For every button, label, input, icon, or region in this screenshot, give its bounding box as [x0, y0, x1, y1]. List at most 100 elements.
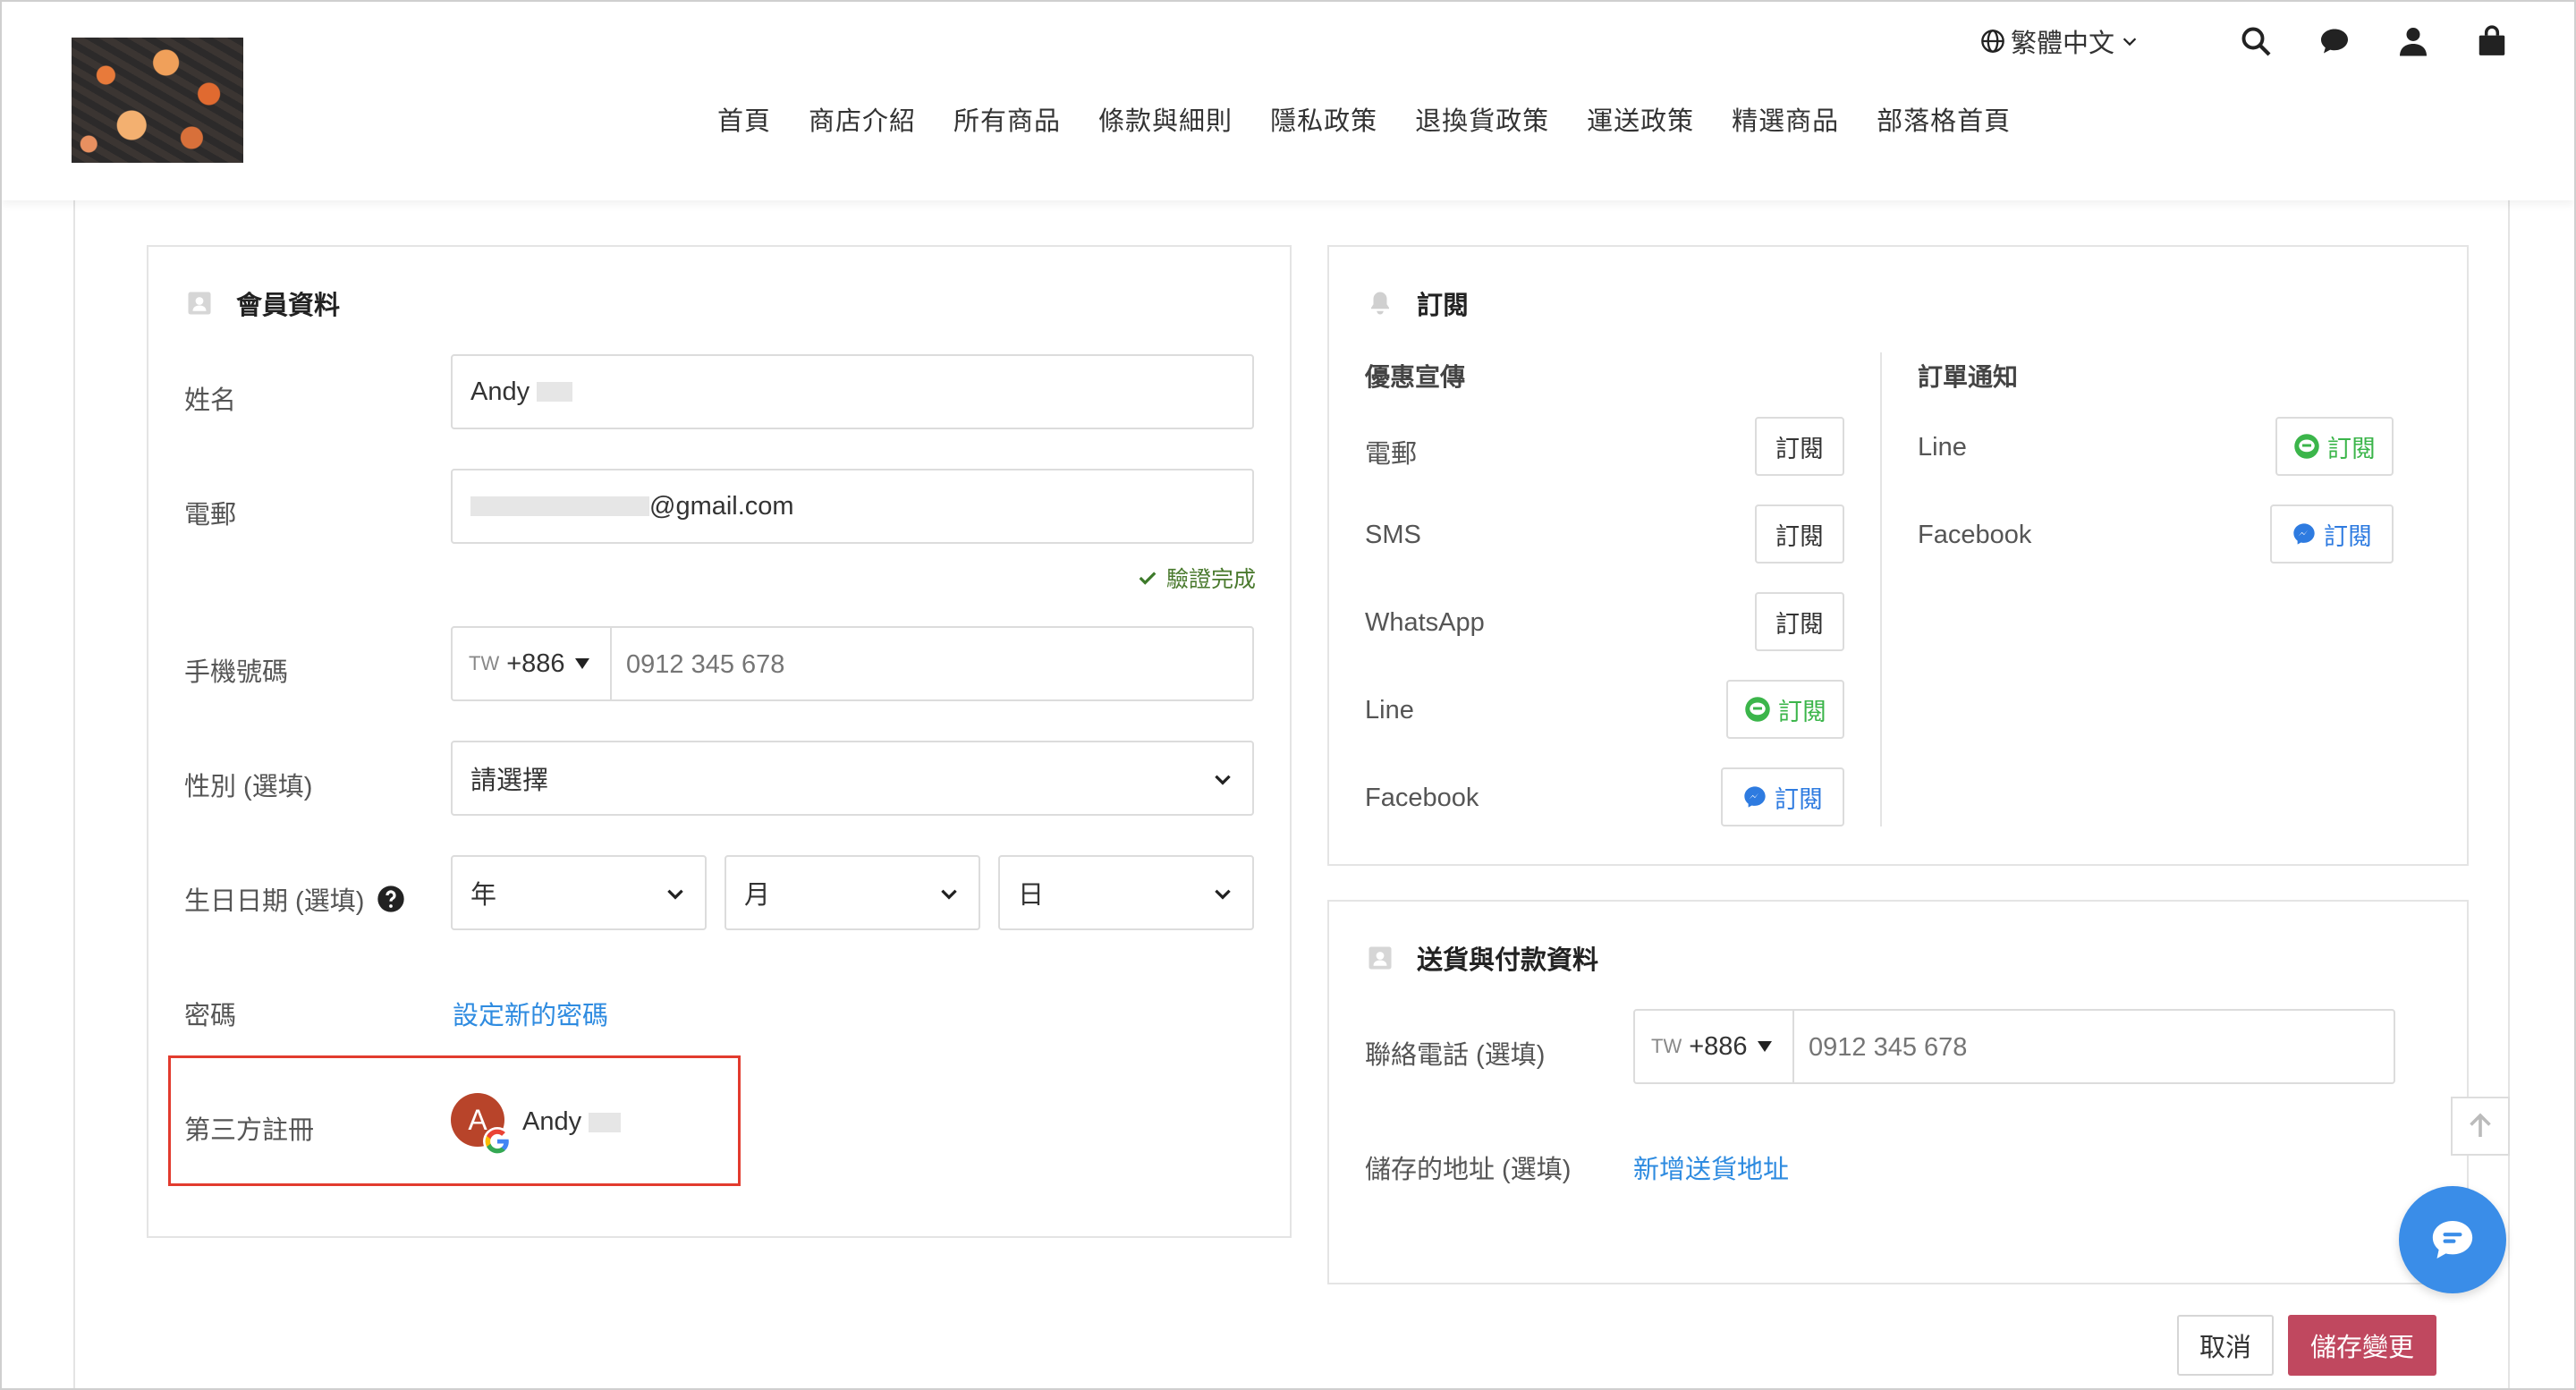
subscribe-whatsapp-button[interactable]: 訂閱 [1755, 592, 1844, 651]
store-logo[interactable] [72, 38, 243, 163]
order-line-button[interactable]: 訂閱 [2275, 417, 2394, 476]
contact-card-icon [1367, 945, 1394, 971]
search-icon[interactable] [2238, 23, 2274, 59]
header-actions: 繁體中文 [1980, 18, 2510, 64]
third-party-label: 第三方註冊 [184, 1116, 315, 1145]
save-changes-button[interactable]: 儲存變更 [2288, 1315, 2436, 1376]
arrow-up-icon [2470, 1113, 2491, 1137]
order-channel-facebook: Facebook [1918, 521, 2032, 549]
email-domain: @gmail.com [649, 491, 794, 521]
chat-fab-button[interactable] [2399, 1186, 2506, 1293]
messenger-icon [2293, 523, 2315, 545]
country-code-select[interactable]: TW +886 [453, 628, 612, 699]
order-channel-line: Line [1918, 433, 1967, 462]
nav-item-returns[interactable]: 退換貨政策 [1415, 100, 1549, 138]
subscribe-sms-button[interactable]: 訂閱 [1755, 504, 1844, 564]
promo-channel-sms: SMS [1365, 521, 1421, 549]
gender-value: 請選擇 [470, 767, 549, 795]
member-info-title: 會員資料 [186, 284, 340, 322]
birthday-label-text: 生日日期 (選填) [184, 887, 365, 916]
language-label: 繁體中文 [2010, 30, 2114, 58]
password-label: 密碼 [184, 1002, 237, 1030]
gender-select[interactable]: 請選擇 [451, 741, 1254, 816]
chevron-down-icon [941, 889, 957, 900]
cancel-button[interactable]: 取消 [2177, 1315, 2274, 1376]
order-line-label: 訂閱 [2327, 435, 2376, 462]
subscribe-line-label: 訂閱 [1778, 698, 1826, 725]
birthday-label: 生日日期 (選填) [184, 880, 405, 918]
globe-icon [1981, 30, 2004, 53]
chat-icon [2432, 1221, 2473, 1259]
subscribe-facebook-label: 訂閱 [1775, 785, 1823, 813]
language-selector[interactable]: 繁體中文 [1980, 22, 2145, 60]
messenger-icon [1744, 786, 1766, 808]
birthday-day-select[interactable]: 日 [998, 855, 1254, 930]
third-party-account: Andy [522, 1107, 622, 1137]
country-code-select[interactable]: TW +886 [1635, 1011, 1794, 1082]
gender-label: 性別 (選填) [184, 773, 313, 801]
set-password-link[interactable]: 設定新的密碼 [453, 995, 608, 1032]
user-icon[interactable] [2395, 23, 2431, 59]
promo-channel-facebook: Facebook [1365, 784, 1479, 812]
google-icon [483, 1127, 512, 1156]
caret-down-icon [1757, 1041, 1772, 1052]
birthday-year-select[interactable]: 年 [451, 855, 707, 930]
nav-item-all-products[interactable]: 所有商品 [953, 100, 1061, 138]
nav-item-blog[interactable]: 部落格首頁 [1877, 100, 2011, 138]
column-divider [1880, 352, 1882, 826]
chevron-down-icon [1215, 775, 1231, 785]
order-facebook-label: 訂閱 [2324, 522, 2372, 550]
birthday-month-select[interactable]: 月 [724, 855, 980, 930]
subscribe-email-button[interactable]: 訂閱 [1755, 417, 1844, 476]
subscribe-line-button[interactable]: 訂閱 [1726, 680, 1844, 739]
chevron-down-icon [667, 889, 683, 900]
subscription-title-text: 訂閱 [1417, 292, 1470, 320]
name-value: Andy [470, 377, 530, 406]
redacted-email-user [470, 496, 649, 516]
subscribe-facebook-button[interactable]: 訂閱 [1721, 767, 1844, 826]
country-code: +886 [1689, 1031, 1748, 1061]
nav-item-terms[interactable]: 條款與細則 [1098, 100, 1233, 138]
order-facebook-button[interactable]: 訂閱 [2270, 504, 2394, 564]
caret-down-icon [574, 658, 589, 669]
nav-item-about[interactable]: 商店介紹 [809, 100, 916, 138]
nav-item-privacy[interactable]: 隱私政策 [1270, 100, 1377, 138]
mobile-number-input[interactable] [624, 628, 1245, 701]
chevron-down-icon [2123, 38, 2137, 47]
contact-card-icon [186, 290, 213, 317]
shopping-bag-icon[interactable] [2474, 23, 2510, 59]
chat-bubble-icon[interactable] [2317, 23, 2352, 59]
scroll-to-top-button[interactable] [2451, 1097, 2510, 1156]
nav-item-home[interactable]: 首頁 [717, 100, 771, 138]
name-field[interactable]: Andy [451, 354, 1254, 429]
country-abbr: TW [469, 652, 500, 674]
mobile-field: TW +886 [451, 626, 1254, 701]
delivery-title-text: 送貨與付款資料 [1417, 946, 1599, 975]
contact-phone-input[interactable] [1807, 1011, 2383, 1084]
member-info-panel: 會員資料 姓名 Andy 電郵 @gmail.com 驗證完成 手機號碼 TW … [147, 245, 1292, 1238]
checkmark-icon [1139, 572, 1157, 585]
content-container: 會員資料 姓名 Andy 電郵 @gmail.com 驗證完成 手機號碼 TW … [73, 200, 2510, 1388]
nav-item-shipping[interactable]: 運送政策 [1587, 100, 1694, 138]
line-icon [1745, 697, 1770, 722]
site-header: 繁體中文 首頁 商店介紹 所有商品 條款與細則 隱私政策 退換貨政策 運送政策 [2, 2, 2574, 200]
contact-phone-field: TW +886 [1633, 1009, 2395, 1084]
email-verified-status: 驗證完成 [1138, 562, 1256, 594]
country-code: +886 [506, 648, 565, 678]
saved-address-label: 儲存的地址 (選填) [1365, 1156, 1572, 1184]
email-field[interactable]: @gmail.com [451, 469, 1254, 544]
member-info-title-text: 會員資料 [236, 292, 341, 320]
redacted-surname [537, 382, 573, 402]
help-icon[interactable] [377, 885, 405, 913]
country-abbr: TW [1651, 1035, 1682, 1057]
nav-item-featured[interactable]: 精選商品 [1732, 100, 1839, 138]
add-address-link[interactable]: 新增送貨地址 [1633, 1148, 1789, 1186]
delivery-payment-panel: 送貨與付款資料 聯絡電話 (選填) TW +886 儲存的地址 (選填) 新增送… [1327, 900, 2469, 1284]
third-party-name: Andy [522, 1107, 582, 1136]
name-label: 姓名 [184, 386, 237, 415]
subscription-panel: 訂閱 優惠宣傳 訂單通知 電郵 訂閱 SMS 訂閱 WhatsApp 訂閱 Li… [1327, 245, 2469, 866]
subscription-title: 訂閱 [1367, 284, 1469, 322]
email-label: 電郵 [184, 501, 237, 530]
promo-channel-line: Line [1365, 696, 1414, 725]
delivery-title: 送貨與付款資料 [1367, 939, 1598, 977]
